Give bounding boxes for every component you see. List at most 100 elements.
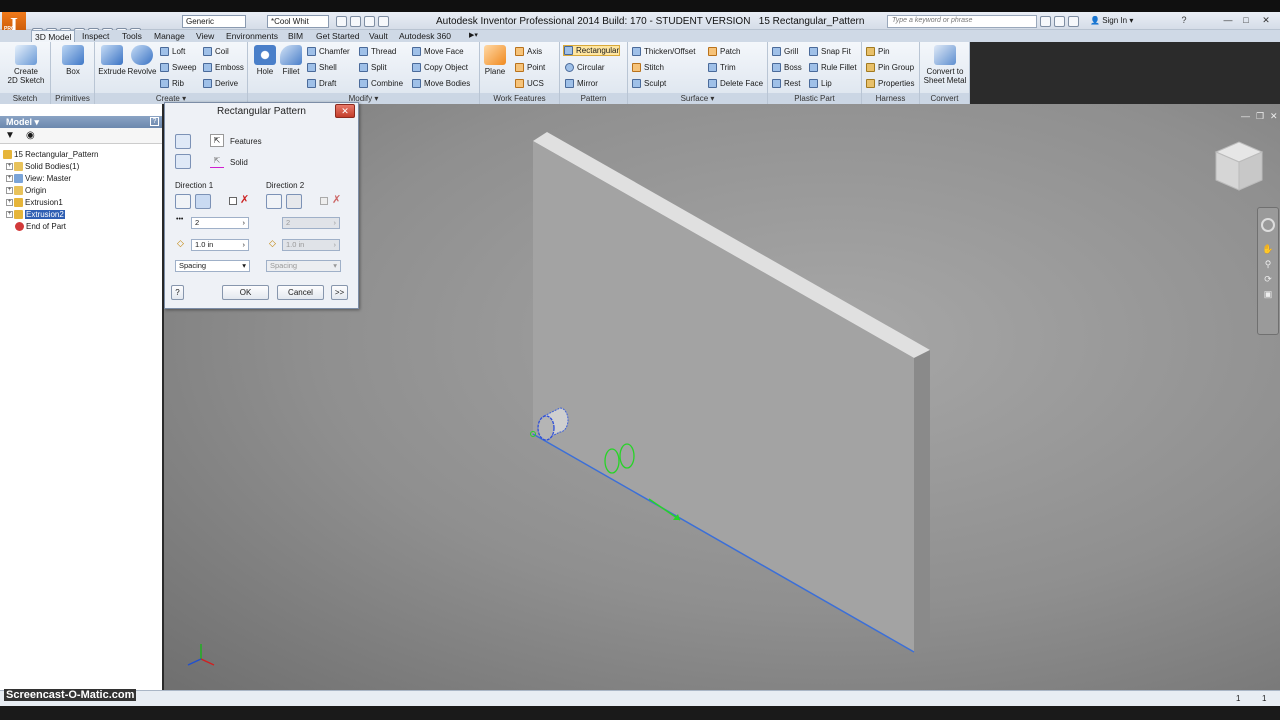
tab-view[interactable]: View: [193, 30, 217, 42]
viewport-minimize-icon[interactable]: —: [1241, 111, 1250, 121]
browser-help-icon[interactable]: ?: [150, 117, 159, 126]
mirror-button[interactable]: Mirror: [565, 78, 598, 89]
ok-button[interactable]: OK: [222, 285, 269, 300]
help-search-input[interactable]: Type a keyword or phrase: [887, 15, 1037, 28]
direction2-midplane-checkbox[interactable]: [320, 197, 328, 205]
grill-button[interactable]: Grill: [772, 46, 798, 57]
restore-button[interactable]: □: [1238, 14, 1254, 26]
zoom-icon[interactable]: ⚲: [1258, 259, 1278, 270]
combine-button[interactable]: Combine: [359, 78, 403, 89]
lip-button[interactable]: Lip: [809, 78, 832, 89]
tree-node[interactable]: 15 Rectangular_Pattern: [3, 149, 99, 161]
fx-icon[interactable]: [364, 16, 375, 27]
thread-button[interactable]: Thread: [359, 46, 396, 57]
plane-button[interactable]: Plane: [482, 45, 508, 76]
tree-node[interactable]: + Extrusion1: [3, 197, 99, 209]
fillet-button[interactable]: Fillet: [278, 45, 304, 76]
derive-button[interactable]: Derive: [203, 78, 238, 89]
circular-pattern-button[interactable]: Circular: [565, 62, 605, 73]
direction2-path-selector[interactable]: [266, 194, 282, 209]
create-2d-sketch-button[interactable]: Create 2D Sketch: [5, 45, 47, 85]
box-button[interactable]: Box: [59, 45, 87, 76]
solid-selector-icon[interactable]: ⇱: [210, 155, 224, 168]
chamfer-button[interactable]: Chamfer: [307, 46, 350, 57]
shell-button[interactable]: Shell: [307, 62, 337, 73]
convert-to-sheet-metal-button[interactable]: Convert to Sheet Metal: [922, 45, 968, 85]
clear-icon[interactable]: [350, 16, 361, 27]
stitch-button[interactable]: Stitch: [632, 62, 664, 73]
plate-front-face[interactable]: [533, 141, 914, 652]
sculpt-button[interactable]: Sculpt: [632, 78, 666, 89]
delete-face-button[interactable]: Delete Face: [708, 78, 763, 89]
value-arrow-icon[interactable]: ›: [243, 218, 246, 228]
direction1-count-input[interactable]: 2 ›: [191, 217, 249, 229]
loft-button[interactable]: Loft: [160, 46, 185, 57]
ribbon-options-icon[interactable]: ▶▾: [466, 30, 481, 42]
rest-button[interactable]: Rest: [772, 78, 800, 89]
direction1-start-icon[interactable]: ✗: [240, 194, 253, 207]
sign-in-link[interactable]: 👤 Sign In ▾: [1090, 16, 1133, 25]
find-icon[interactable]: ◉: [26, 130, 35, 141]
dialog-help-button[interactable]: ?: [171, 285, 184, 300]
expand-toggle-icon[interactable]: +: [6, 199, 13, 207]
customize-icon[interactable]: [378, 16, 389, 27]
look-at-icon[interactable]: ▣: [1258, 289, 1278, 300]
plate-side-face[interactable]: [914, 350, 930, 652]
pan-icon[interactable]: ✋: [1258, 244, 1278, 255]
viewport-restore-icon[interactable]: ❐: [1256, 111, 1264, 121]
move-bodies-button[interactable]: Move Bodies: [412, 78, 470, 89]
coil-button[interactable]: Coil: [203, 46, 229, 57]
pattern-features-mode-button[interactable]: [175, 134, 191, 149]
direction1-spacing-input[interactable]: 1.0 in ›: [191, 239, 249, 251]
direction1-path-selector[interactable]: [175, 194, 191, 209]
material-combo[interactable]: Generic: [182, 15, 246, 28]
expand-toggle-icon[interactable]: +: [6, 187, 13, 195]
tree-node[interactable]: End of Part: [3, 221, 99, 233]
tree-node[interactable]: + Solid Bodies(1): [3, 161, 99, 173]
tree-node[interactable]: + Extrusion2: [3, 209, 99, 221]
properties-button[interactable]: Properties: [866, 78, 914, 89]
adjust-icon[interactable]: [336, 16, 347, 27]
minimize-button[interactable]: —: [1220, 14, 1236, 26]
draft-button[interactable]: Draft: [307, 78, 336, 89]
direction2-spacing-input[interactable]: 1.0 in ›: [282, 239, 340, 251]
help-icon[interactable]: ?: [1176, 14, 1192, 26]
direction2-flip-button[interactable]: [286, 194, 302, 209]
thicken-offset-button[interactable]: Thicken/Offset: [632, 46, 695, 57]
pattern-solid-mode-button[interactable]: [175, 154, 191, 169]
expand-toggle-icon[interactable]: +: [6, 175, 13, 183]
tab-3d-model[interactable]: 3D Model: [31, 30, 76, 42]
filter-icon[interactable]: ▼: [5, 130, 15, 141]
split-button[interactable]: Split: [359, 62, 387, 73]
direction2-count-input[interactable]: 2 ›: [282, 217, 340, 229]
tab-get-started[interactable]: Get Started: [313, 30, 362, 42]
hole-button[interactable]: Hole: [252, 45, 278, 76]
close-window-button[interactable]: ✕: [1258, 14, 1274, 26]
tree-node[interactable]: + View: Master: [3, 173, 99, 185]
boss-button[interactable]: Boss: [772, 62, 802, 73]
cancel-button[interactable]: Cancel: [277, 285, 324, 300]
direction1-flip-button[interactable]: [195, 194, 211, 209]
emboss-button[interactable]: Emboss: [203, 62, 244, 73]
pin-button[interactable]: Pin: [866, 46, 890, 57]
point-button[interactable]: Point: [515, 62, 545, 73]
cylinder-end-face[interactable]: [537, 415, 555, 441]
steering-wheel-icon[interactable]: [1261, 218, 1275, 232]
revolve-button[interactable]: Revolve: [127, 45, 157, 76]
tab-tools[interactable]: Tools: [119, 30, 145, 42]
tree-node[interactable]: + Origin: [3, 185, 99, 197]
panel-title-surface[interactable]: Surface ▾: [628, 93, 767, 104]
patch-button[interactable]: Patch: [708, 46, 740, 57]
tab-bim[interactable]: BIM: [285, 30, 306, 42]
tab-autodesk-360[interactable]: Autodesk 360: [396, 30, 454, 42]
copy-object-button[interactable]: Copy Object: [412, 62, 468, 73]
rule-fillet-button[interactable]: Rule Fillet: [809, 62, 857, 73]
direction1-method-select[interactable]: Spacing ▾: [175, 260, 250, 272]
browser-header[interactable]: Model ▾: [0, 116, 162, 128]
extrude-button[interactable]: Extrude: [97, 45, 127, 76]
tab-inspect[interactable]: Inspect: [79, 30, 112, 42]
tab-vault[interactable]: Vault: [366, 30, 391, 42]
tab-manage[interactable]: Manage: [151, 30, 188, 42]
rib-button[interactable]: Rib: [160, 78, 184, 89]
axis-button[interactable]: Axis: [515, 46, 542, 57]
